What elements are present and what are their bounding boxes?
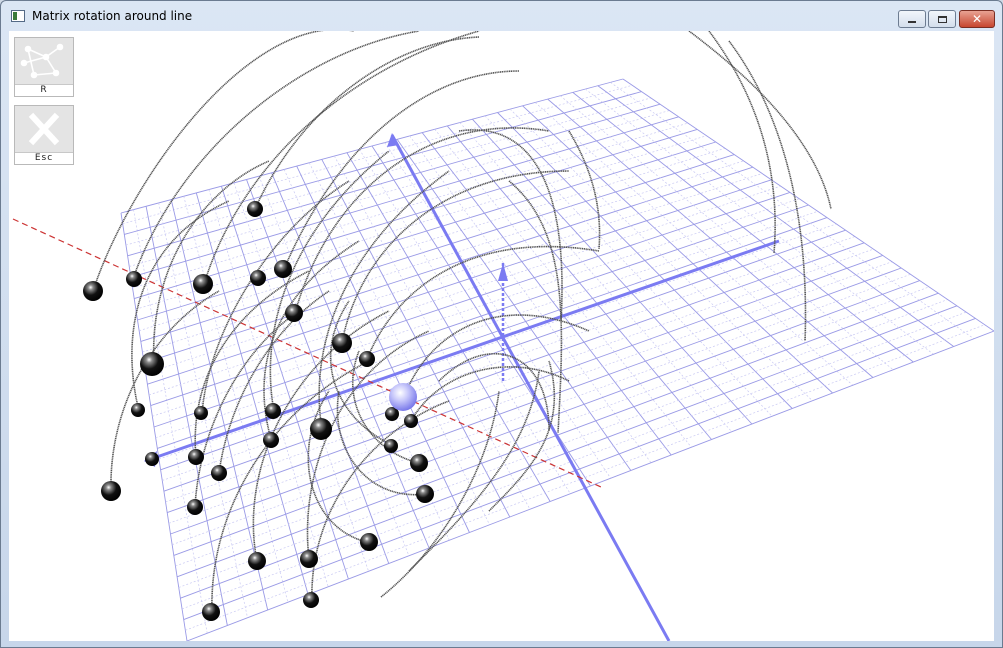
trajectory-path [283,70,520,270]
reset-button[interactable]: R [14,37,74,97]
trajectory-path [728,40,807,342]
sphere [140,352,164,376]
trajectory-path [133,31,420,277]
close-button[interactable]: ✕ [959,10,995,28]
sphere [404,414,418,428]
grid-line [572,92,914,363]
sphere [194,406,208,420]
trajectory-path [201,180,350,414]
trajectory-path [194,310,300,508]
window-title: Matrix rotation around line [32,9,193,23]
spheres [83,201,434,621]
viewport[interactable]: R Esc [9,31,994,641]
sphere [416,485,434,503]
sphere [145,452,159,466]
sphere [359,351,375,367]
sphere [303,592,319,608]
sphere [131,403,145,417]
reset-label: R [15,84,73,96]
pivot-sphere [389,383,417,411]
sphere [101,481,121,501]
maximize-button[interactable] [928,10,956,28]
minimize-button[interactable] [898,10,926,28]
sphere [274,260,292,278]
sphere [193,274,213,294]
sphere [310,418,332,440]
trajectory-path [688,31,832,210]
trajectory-path [254,36,480,210]
trajectory-path [203,31,480,285]
sphere [384,439,398,453]
grid-line [622,78,994,332]
app-icon [11,10,25,22]
axis-x [150,239,780,461]
x-icon [28,112,60,146]
trajectory-path [269,150,390,412]
minimize-icon [908,21,916,23]
maximize-icon [937,15,947,23]
escape-label: Esc [15,152,73,164]
escape-button[interactable]: Esc [14,105,74,165]
graph-nodes-icon [20,43,64,79]
sphere [83,281,103,301]
trajectory-path [329,300,395,447]
sphere [248,552,266,570]
sphere [410,454,428,472]
close-icon: ✕ [971,12,983,26]
trajectory-path [408,370,540,572]
grid-line [183,317,976,621]
sphere [300,550,318,568]
sphere [126,271,142,287]
trajectory-path [307,390,372,544]
axis-arrow [498,263,508,281]
sphere [265,403,281,419]
sphere [285,304,303,322]
app-window: Matrix rotation around line ✕ R Esc [0,0,1003,648]
scene-3d[interactable] [9,31,994,641]
sphere [188,449,204,465]
grid-line [180,305,958,599]
grid-line [597,85,954,347]
sphere [247,201,263,217]
title-bar[interactable]: Matrix rotation around line ✕ [1,1,1002,31]
sphere [187,499,203,515]
sphere [360,533,378,551]
sphere [211,465,227,481]
sphere [332,333,352,353]
sphere [202,603,220,621]
sphere [250,270,266,286]
sphere [263,432,279,448]
